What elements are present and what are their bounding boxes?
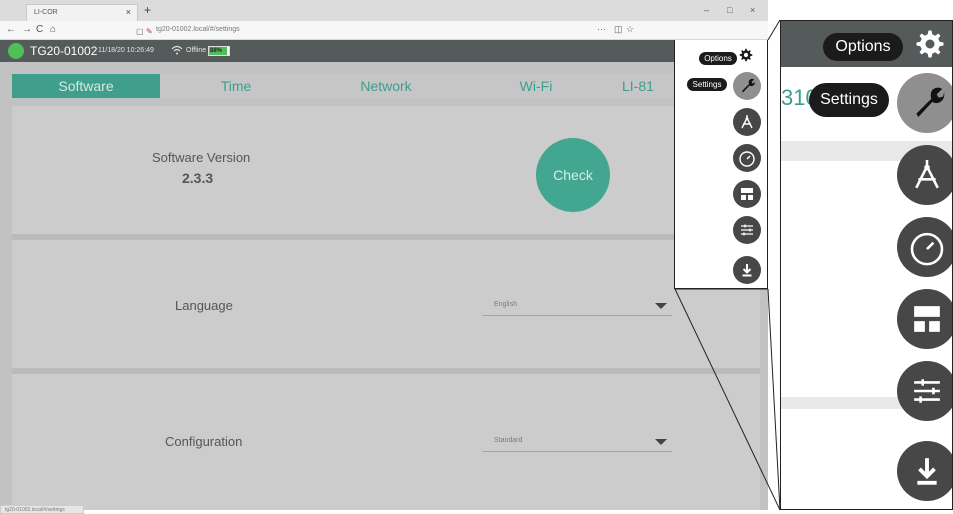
wrench-icon — [916, 87, 945, 117]
sliders-icon — [914, 379, 940, 403]
lock-broken-icon: ✎ — [146, 27, 153, 36]
software-version-label: Software Version — [152, 150, 251, 165]
device-datetime: 11/18/20 10:26:49 — [98, 47, 154, 54]
tab-wifi[interactable]: Wi-Fi — [462, 74, 610, 98]
browser-tab-title: LI-COR — [34, 9, 58, 16]
new-tab-button[interactable]: + — [144, 3, 151, 17]
options-menu-panel: Options Settings — [674, 40, 768, 289]
reload-button[interactable]: C — [36, 24, 43, 35]
maximize-button[interactable]: □ — [727, 5, 732, 15]
gauge-icon — [910, 232, 944, 266]
compass-icon — [915, 160, 939, 189]
gauge-fab-zoom[interactable] — [897, 217, 952, 277]
connection-text: Offline — [186, 47, 207, 54]
device-name: TG20-01002 — [30, 44, 98, 58]
software-card: Software Version 2.3.3 Check — [12, 106, 760, 240]
compass-fab[interactable] — [733, 108, 761, 136]
url-text: tg20-01002.local/#/settings — [156, 26, 240, 33]
compass-icon — [741, 115, 753, 129]
download-icon — [917, 458, 937, 485]
screenshot-root: LI-COR × + – □ × ← → C ⌂ ▢ ✎ tg20-01002.… — [0, 0, 953, 514]
device-status-bar: TG20-01002 11/18/20 10:26:49 Offline 88% — [0, 40, 768, 62]
gear-icon[interactable] — [915, 29, 945, 59]
battery-indicator: 88% — [208, 46, 230, 56]
language-card: Language English — [12, 240, 760, 374]
wrench-icon — [742, 78, 756, 93]
shield-icon: ▢ — [136, 27, 144, 36]
sliders-fab-zoom[interactable] — [897, 361, 952, 421]
gauge-fab[interactable] — [733, 144, 761, 172]
options-zoom-panel: 310 Options Settings — [780, 20, 953, 510]
language-label: Language — [175, 298, 233, 313]
page-actions-button[interactable]: ··· — [597, 24, 606, 34]
tab-time[interactable]: Time — [162, 74, 310, 98]
tab-close-button[interactable]: × — [126, 7, 131, 17]
configuration-select[interactable]: Standard — [482, 432, 672, 452]
download-fab-zoom[interactable] — [897, 441, 952, 501]
language-select[interactable]: English — [482, 296, 672, 316]
layout-fab-zoom[interactable] — [897, 289, 952, 349]
status-url-tooltip: tg20-01002.local/#/settings — [0, 505, 84, 514]
home-button[interactable]: ⌂ — [50, 24, 56, 35]
window-close-button[interactable]: × — [750, 5, 755, 15]
battery-text: 88% — [210, 48, 223, 54]
chevron-down-icon — [655, 439, 667, 445]
wifi-icon — [171, 45, 183, 55]
settings-fab-zoom[interactable] — [897, 73, 952, 133]
settings-page: Software Time Network Wi-Fi LI-81 Softwa… — [0, 62, 768, 510]
tab-network[interactable]: Network — [312, 74, 460, 98]
browser-tab-bar: LI-COR × + – □ × — [0, 0, 768, 21]
settings-fab[interactable] — [733, 72, 761, 100]
configuration-selected-value: Standard — [494, 437, 523, 444]
download-icon — [742, 264, 752, 277]
layout-icon — [914, 306, 940, 332]
layout-icon — [741, 188, 753, 200]
sliders-fab[interactable] — [733, 216, 761, 244]
settings-tab-row: Software Time Network Wi-Fi LI-81 — [12, 74, 760, 98]
sliders-icon — [741, 224, 753, 236]
connection-status-dot — [8, 43, 24, 59]
forward-button[interactable]: → — [22, 24, 32, 35]
configuration-label: Configuration — [165, 434, 243, 449]
tab-software[interactable]: Software — [12, 74, 160, 98]
gauge-icon — [739, 151, 755, 167]
software-version-value: 2.3.3 — [182, 170, 214, 186]
browser-tab[interactable]: LI-COR × — [26, 4, 138, 21]
check-update-button[interactable]: Check — [536, 138, 610, 212]
browser-nav-bar: ← → C ⌂ ▢ ✎ tg20-01002.local/#/settings … — [0, 21, 768, 40]
minimize-button[interactable]: – — [704, 5, 709, 15]
chevron-down-icon — [655, 303, 667, 309]
gear-icon[interactable] — [739, 48, 753, 62]
back-button[interactable]: ← — [6, 24, 16, 35]
configuration-card: Configuration Standard — [12, 374, 760, 510]
settings-tooltip: Settings — [687, 78, 727, 91]
compass-fab-zoom[interactable] — [897, 145, 952, 205]
language-selected-value: English — [494, 301, 517, 308]
options-tooltip: Options — [699, 52, 737, 65]
pocket-icon[interactable]: ◫ — [614, 24, 623, 35]
layout-fab[interactable] — [733, 180, 761, 208]
options-tooltip-zoom: Options — [823, 33, 903, 61]
bookmark-star-icon[interactable]: ☆ — [626, 24, 634, 35]
download-fab[interactable] — [733, 256, 761, 284]
settings-tooltip-zoom: Settings — [809, 83, 889, 117]
url-bar[interactable]: ▢ ✎ tg20-01002.local/#/settings — [132, 24, 602, 37]
